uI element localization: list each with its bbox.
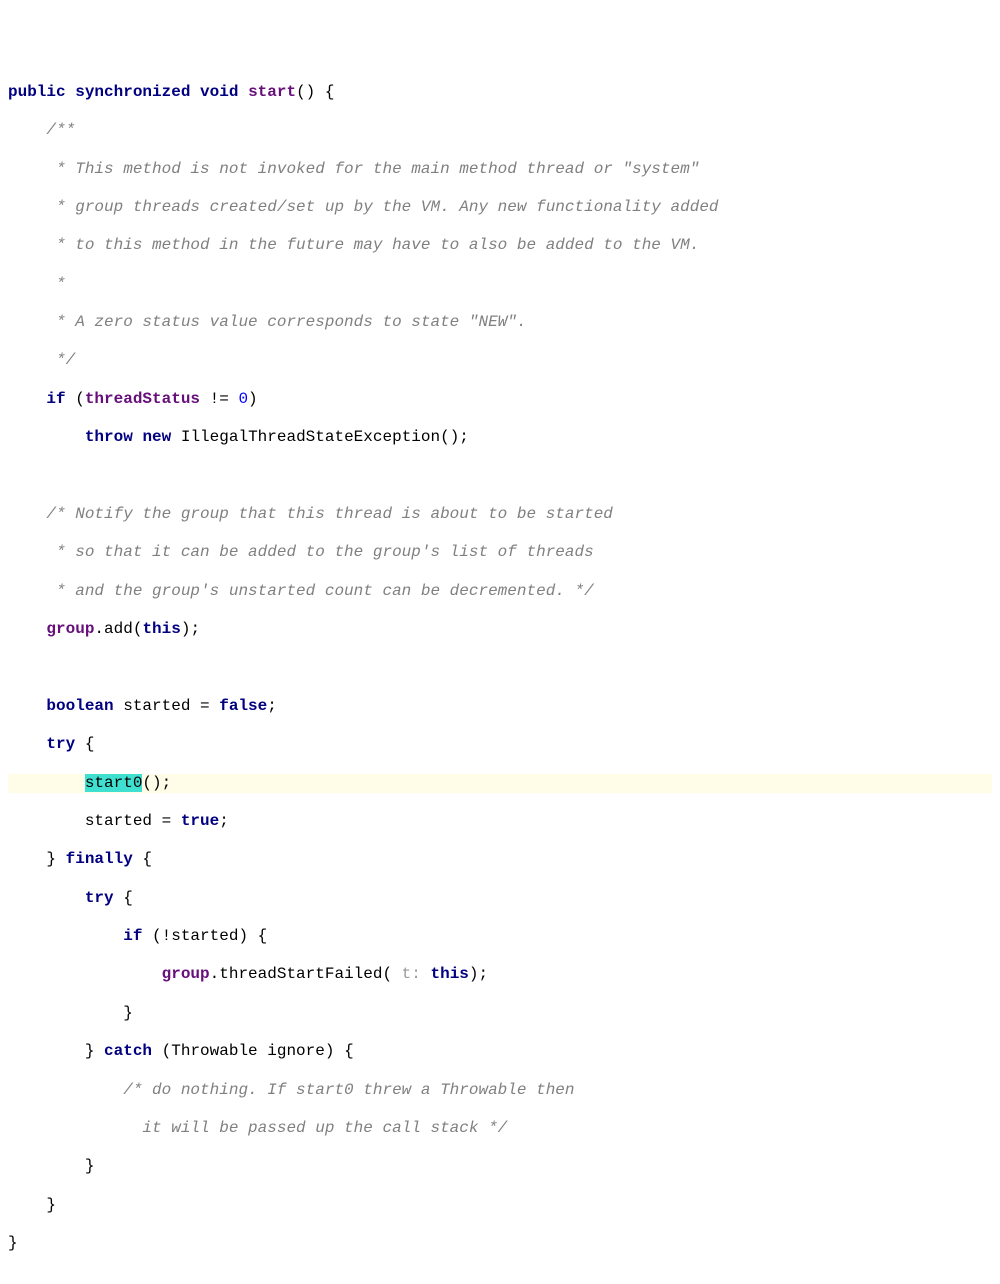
kw-boolean: boolean (46, 697, 113, 715)
comment: * (8, 275, 66, 293)
code-line: * so that it can be added to the group's… (8, 543, 992, 562)
kw-new: new (142, 428, 171, 446)
code-line: try { (8, 889, 992, 908)
code-line-blank (8, 658, 992, 677)
comment: * A zero status value corresponds to sta… (8, 313, 526, 331)
code-line: } catch (Throwable ignore) { (8, 1042, 992, 1061)
comment: * to this method in the future may have … (8, 236, 699, 254)
code-line: } (8, 1196, 992, 1215)
code-line: */ (8, 351, 992, 370)
code-line: it will be passed up the call stack */ (8, 1119, 992, 1138)
text: (Throwable ignore) { (152, 1042, 354, 1060)
kw-catch: catch (104, 1042, 152, 1060)
kw-try: try (46, 735, 75, 753)
text: (!started) { (142, 927, 267, 945)
kw-true: true (181, 812, 219, 830)
code-line: group.threadStartFailed( t: this); (8, 965, 992, 984)
kw-if: if (46, 390, 65, 408)
number: 0 (238, 390, 248, 408)
code-line: try { (8, 735, 992, 754)
comment: /* do nothing. If start0 threw a Throwab… (8, 1081, 575, 1099)
kw-void: void (200, 83, 238, 101)
comment: it will be passed up the call stack */ (8, 1119, 507, 1137)
text: } (8, 1042, 104, 1060)
text: != (200, 390, 238, 408)
text: ) (248, 390, 258, 408)
text: ; (219, 812, 229, 830)
comment: * so that it can be added to the group's… (8, 543, 594, 561)
kw-finally: finally (66, 850, 133, 868)
text: started = (8, 812, 181, 830)
comment: * and the group's unstarted count can be… (8, 582, 594, 600)
kw-synchronized: synchronized (75, 83, 190, 101)
kw-public: public (8, 83, 66, 101)
var: threadStatus (85, 390, 200, 408)
code-line: boolean started = false; (8, 697, 992, 716)
var: group (162, 965, 210, 983)
comment: /* Notify the group that this thread is … (8, 505, 613, 523)
text: .threadStartFailed( (210, 965, 402, 983)
kw-this: this (430, 965, 468, 983)
comment: * group threads created/set up by the VM… (8, 198, 719, 216)
code-line: group.add(this); (8, 620, 992, 639)
text (421, 965, 431, 983)
code-line: /** (8, 121, 992, 140)
kw-throw: throw (85, 428, 133, 446)
code-line: * and the group's unstarted count can be… (8, 582, 992, 601)
classname: IllegalThreadStateException(); (171, 428, 469, 446)
text: ( (66, 390, 85, 408)
code-line: /* Notify the group that this thread is … (8, 505, 992, 524)
text: started = (114, 697, 220, 715)
text: () { (296, 83, 334, 101)
comment: /** (8, 121, 75, 139)
text: { (133, 850, 152, 868)
text: { (75, 735, 94, 753)
text: } (8, 1157, 94, 1175)
code-line: * A zero status value corresponds to sta… (8, 313, 992, 332)
code-line: public synchronized void start() { (8, 83, 992, 102)
call-highlight: start0 (85, 774, 143, 792)
code-line: started = true; (8, 812, 992, 831)
method-name: start (248, 83, 296, 101)
text: } (8, 1004, 133, 1022)
code-line: * group threads created/set up by the VM… (8, 198, 992, 217)
code-line: * to this method in the future may have … (8, 236, 992, 255)
code-line-blank (8, 467, 992, 486)
code-line: } finally { (8, 850, 992, 869)
code-line: } (8, 1004, 992, 1023)
kw-if: if (123, 927, 142, 945)
code-line: throw new IllegalThreadStateException(); (8, 428, 992, 447)
param-hint: t: (402, 965, 421, 983)
code-line: } (8, 1234, 992, 1253)
code-line-highlighted: start0(); (8, 774, 992, 793)
kw-false: false (219, 697, 267, 715)
code-line-blank (8, 1272, 992, 1284)
var: group (46, 620, 94, 638)
code-line: if (threadStatus != 0) (8, 390, 992, 409)
text: } (8, 1234, 18, 1252)
text: } (8, 850, 66, 868)
code-line: * (8, 275, 992, 294)
code-line: if (!started) { (8, 927, 992, 946)
comment: * This method is not invoked for the mai… (8, 160, 699, 178)
code-line: /* do nothing. If start0 threw a Throwab… (8, 1081, 992, 1100)
text: .add( (94, 620, 142, 638)
text: ); (469, 965, 488, 983)
kw-try: try (85, 889, 114, 907)
text: (); (142, 774, 171, 792)
code-line: * This method is not invoked for the mai… (8, 160, 992, 179)
code-line: } (8, 1157, 992, 1176)
text: ; (267, 697, 277, 715)
text: { (114, 889, 133, 907)
kw-this: this (142, 620, 180, 638)
text: } (8, 1196, 56, 1214)
text: ); (181, 620, 200, 638)
comment: */ (8, 351, 75, 369)
